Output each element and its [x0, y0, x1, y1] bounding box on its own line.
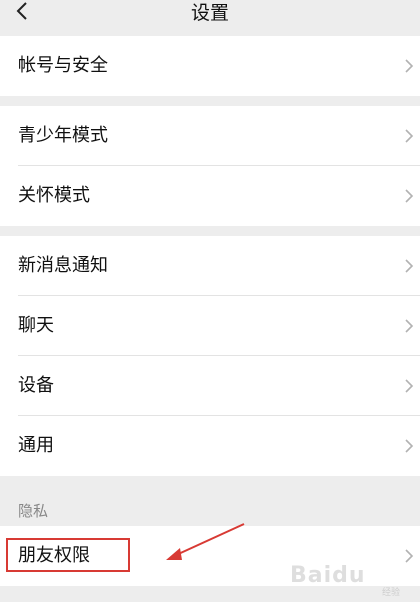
chevron-right-icon — [405, 129, 414, 143]
settings-item-label: 通用 — [18, 435, 54, 456]
page-title: 设置 — [190, 2, 229, 24]
baidu-watermark: Baidu 经验 — [290, 546, 400, 598]
chevron-right-icon — [405, 259, 414, 273]
settings-item-devices[interactable]: 设备 — [0, 356, 420, 416]
settings-item-label: 新消息通知 — [18, 255, 108, 276]
settings-item-label: 关怀模式 — [18, 185, 90, 206]
settings-item-general[interactable]: 通用 — [0, 416, 420, 476]
chevron-right-icon — [405, 319, 414, 333]
watermark-brand: Baidu — [290, 563, 366, 588]
settings-item-label: 聊天 — [18, 315, 54, 336]
nav-bar: 设置 — [0, 0, 420, 34]
watermark-sub: 经验 — [381, 588, 400, 598]
chevron-right-icon — [405, 189, 414, 203]
annotation-arrow-icon — [166, 523, 245, 560]
settings-item-care-mode[interactable]: 关怀模式 — [0, 166, 420, 226]
settings-item-label: 设备 — [18, 375, 54, 396]
settings-item-label: 青少年模式 — [18, 125, 108, 146]
settings-screen: 设置 帐号与安全 青少年模式 关怀模式 新消息通知 聊天 设备 通用 隐私 朋友… — [0, 0, 420, 602]
settings-item-account-security[interactable]: 帐号与安全 — [0, 36, 420, 96]
section-label-privacy: 隐私 — [18, 502, 49, 520]
settings-item-label: 帐号与安全 — [18, 55, 108, 76]
settings-item-chat[interactable]: 聊天 — [0, 296, 420, 356]
settings-item-teen-mode[interactable]: 青少年模式 — [0, 106, 420, 166]
settings-item-notifications[interactable]: 新消息通知 — [0, 236, 420, 296]
chevron-right-icon — [405, 549, 414, 563]
annotation-highlight-box — [6, 538, 130, 572]
chevron-right-icon — [405, 379, 414, 393]
chevron-right-icon — [405, 59, 414, 73]
chevron-right-icon — [405, 439, 414, 453]
